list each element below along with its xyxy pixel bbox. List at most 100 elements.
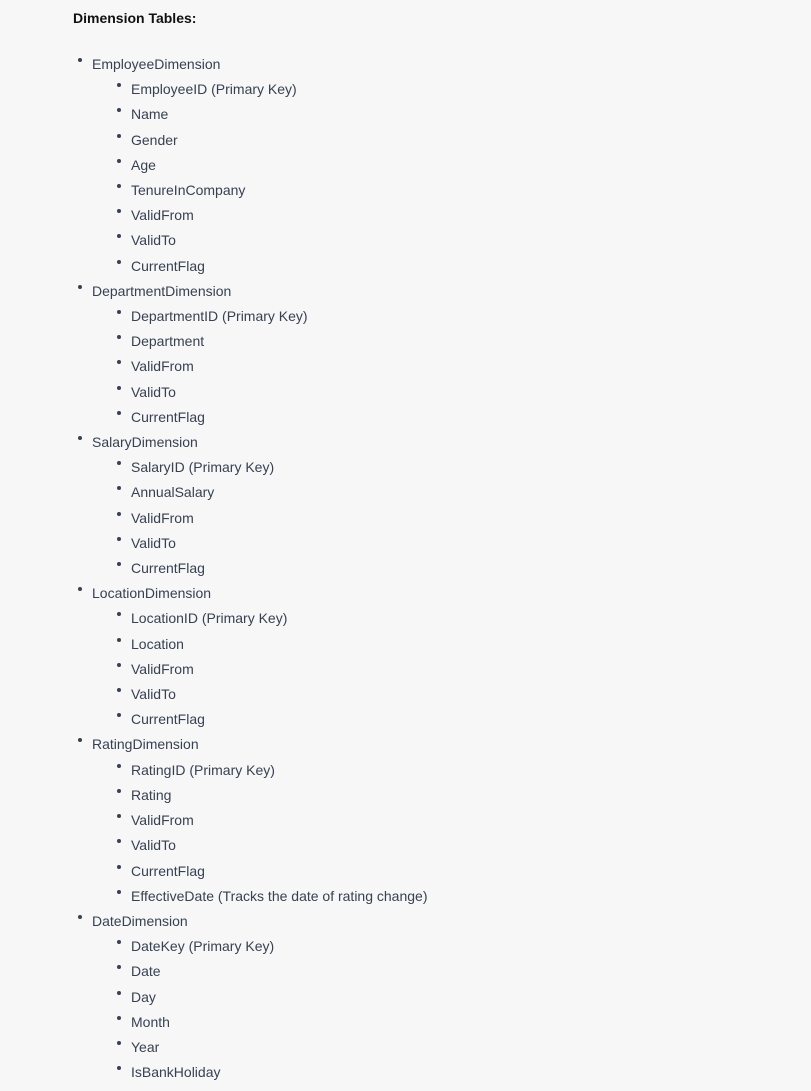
field-name: Year: [131, 1038, 160, 1055]
field-name: CurrentFlag: [131, 560, 205, 577]
bullet-icon: [117, 360, 121, 365]
dimension-table-name: LocationDimension: [92, 585, 212, 602]
bullet-icon: [117, 511, 121, 516]
bullet-icon: [117, 108, 121, 113]
field-name: Name: [131, 106, 169, 123]
dimension-table-item: LocationDimension LocationID (Primary Key…: [73, 581, 428, 732]
field-name: IsBankHoliday: [131, 1064, 221, 1081]
field-item: Rating: [112, 783, 428, 808]
dimension-table-name: EmployeeDimension: [92, 56, 221, 72]
bullet-icon: [117, 536, 121, 541]
bullet-icon: [117, 1066, 121, 1071]
field-list: RatingID (Primary Key) Rating ValidFrom Val…: [92, 758, 428, 909]
bullet-icon: [117, 688, 121, 693]
document-content: Dimension Tables: EmployeeDimension Emplo…: [73, 9, 428, 1085]
field-name: ValidFrom: [131, 509, 194, 526]
field-name: DateKey (Primary Key): [131, 938, 275, 955]
bullet-icon: [117, 612, 121, 617]
bullet-icon: [117, 184, 121, 189]
field-name: Department: [131, 333, 205, 350]
field-item: Year: [112, 1035, 428, 1060]
field-item: Name: [112, 102, 428, 127]
field-item: CurrentFlag: [112, 405, 428, 430]
field-name: Gender: [131, 131, 178, 148]
bullet-icon: [78, 436, 82, 441]
dimension-table-name: RatingDimension: [92, 736, 199, 753]
field-item: CurrentFlag: [112, 707, 428, 732]
bullet-icon: [78, 914, 82, 919]
bullet-icon: [117, 990, 121, 995]
field-item: TenureInCompany: [112, 178, 428, 203]
field-name: CurrentFlag: [131, 862, 205, 879]
bullet-icon: [117, 637, 121, 642]
bullet-icon: [117, 965, 121, 970]
field-list: DateKey (Primary Key) Date Day Month Year IsB…: [92, 934, 428, 1085]
field-name: Location: [131, 635, 184, 652]
bullet-icon: [117, 83, 121, 88]
field-name: ValidTo: [131, 686, 176, 703]
field-item: Month: [112, 1010, 428, 1035]
field-item: AnnualSalary: [112, 480, 428, 505]
field-name: EmployeeID (Primary Key): [131, 81, 297, 98]
field-item: ValidFrom: [112, 203, 428, 228]
field-item: CurrentFlag: [112, 859, 428, 884]
field-item: ValidFrom: [112, 808, 428, 833]
field-name: Rating: [131, 786, 172, 803]
field-item: DepartmentID (Primary Key): [112, 304, 428, 329]
bullet-icon: [117, 562, 121, 567]
field-name: Date: [131, 963, 161, 980]
dimension-table-item: SalaryDimension SalaryID (Primary Key) Ann…: [73, 430, 428, 581]
bullet-icon: [78, 284, 82, 289]
bullet-icon: [78, 58, 82, 62]
field-list: DepartmentID (Primary Key) Department Vali…: [92, 304, 428, 430]
field-name: ValidTo: [131, 383, 176, 400]
field-name: DepartmentID (Primary Key): [131, 308, 308, 325]
bullet-icon: [117, 410, 121, 415]
section-heading: Dimension Tables:: [73, 10, 197, 26]
field-item: RatingID (Primary Key): [112, 758, 428, 783]
bullet-icon: [78, 738, 82, 743]
field-item: ValidFrom: [112, 506, 428, 531]
field-name: RatingID (Primary Key): [131, 761, 275, 778]
dimension-table-list: EmployeeDimension EmployeeID (Primary Key…: [73, 52, 428, 1085]
field-item: IsBankHoliday: [112, 1060, 428, 1085]
field-name: CurrentFlag: [131, 711, 205, 728]
bullet-icon: [117, 839, 121, 844]
field-item: EffectiveDate (Tracks the date of rating…: [112, 884, 428, 909]
field-item: Date: [112, 959, 428, 984]
bullet-icon: [117, 461, 121, 466]
field-name: ValidTo: [131, 534, 176, 551]
dimension-table-name: DateDimension: [92, 912, 188, 929]
field-item: ValidFrom: [112, 354, 428, 379]
field-name: Age: [131, 156, 156, 173]
field-name: Month: [131, 1013, 170, 1030]
field-item: ValidTo: [112, 228, 428, 253]
field-name: ValidFrom: [131, 358, 194, 375]
field-name: TenureInCompany: [131, 182, 246, 199]
field-item: ValidTo: [112, 682, 428, 707]
bullet-icon: [117, 310, 121, 315]
bullet-icon: [117, 763, 121, 768]
field-name: EffectiveDate (Tracks the date of rating…: [131, 887, 428, 904]
bullet-icon: [117, 889, 121, 894]
field-item: Location: [112, 632, 428, 657]
field-name: AnnualSalary: [131, 484, 215, 501]
bullet-icon: [78, 587, 82, 592]
field-name: CurrentFlag: [131, 408, 205, 425]
dimension-table-item: EmployeeDimension EmployeeID (Primary Key…: [73, 52, 428, 279]
dimension-table-name: DepartmentDimension: [92, 282, 232, 299]
bullet-icon: [117, 788, 121, 793]
field-name: LocationID (Primary Key): [131, 610, 288, 627]
field-list: SalaryID (Primary Key) AnnualSalary ValidF…: [92, 455, 428, 581]
bullet-icon: [117, 133, 121, 138]
bullet-icon: [117, 713, 121, 718]
bullet-icon: [117, 259, 121, 264]
field-item: ValidTo: [112, 531, 428, 556]
bullet-icon: [117, 158, 121, 163]
field-name: CurrentFlag: [131, 257, 205, 274]
field-item: ValidTo: [112, 833, 428, 858]
bullet-icon: [117, 1015, 121, 1020]
field-item: Department: [112, 329, 428, 354]
field-name: ValidFrom: [131, 207, 194, 224]
field-item: CurrentFlag: [112, 556, 428, 581]
